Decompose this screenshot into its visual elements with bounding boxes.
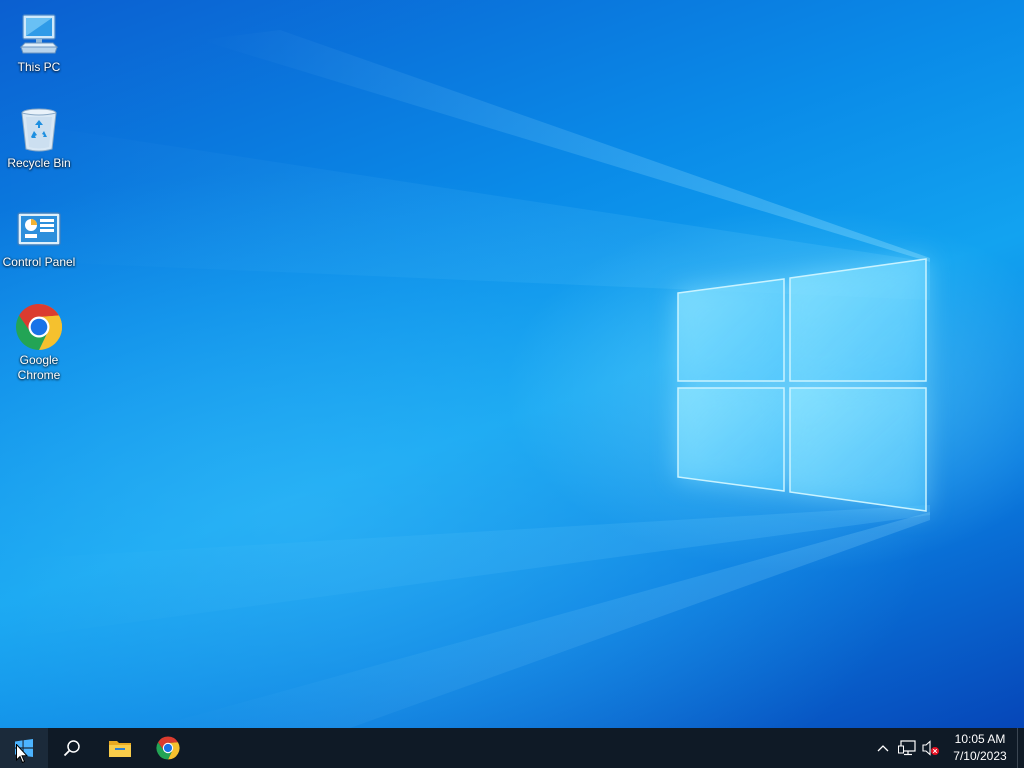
desktop-icon-google-chrome[interactable]: Google Chrome: [0, 303, 78, 383]
mouse-cursor-icon: [16, 744, 28, 764]
windows-logo-wallpaper: [677, 258, 927, 512]
chevron-up-icon: [877, 745, 889, 752]
search-icon: [63, 740, 80, 757]
folder-icon: [109, 741, 131, 757]
clock-date: 7/10/2023: [953, 749, 1007, 763]
taskbar: 10:05 AM 7/10/2023: [0, 728, 1024, 768]
file-explorer-button[interactable]: [96, 728, 144, 768]
desktop-icon-label: Control Panel: [2, 255, 76, 269]
computer-icon: [15, 10, 63, 58]
show-desktop-button[interactable]: [1017, 728, 1024, 768]
chrome-taskbar-button[interactable]: [144, 728, 192, 768]
volume-muted-icon: [922, 740, 939, 756]
desktop-icon-this-pc[interactable]: This PC: [0, 10, 78, 75]
desktop-icon-label: This PC: [17, 60, 61, 74]
network-icon: [898, 740, 916, 756]
recycle-bin-icon: [15, 106, 63, 154]
network-button[interactable]: [895, 728, 919, 768]
control-panel-icon: [15, 205, 63, 253]
chrome-icon: [156, 736, 180, 760]
chrome-icon: [15, 303, 63, 351]
desktop-icon-label: Recycle Bin: [7, 156, 71, 170]
clock-time: 10:05 AM: [954, 732, 1006, 746]
desktop-background[interactable]: This PC Recycle Bin Control Panel Google…: [0, 0, 1024, 728]
show-hidden-icons-button[interactable]: [871, 728, 895, 768]
volume-button[interactable]: [919, 728, 943, 768]
system-tray: 10:05 AM 7/10/2023: [871, 728, 1024, 768]
desktop-icon-recycle-bin[interactable]: Recycle Bin: [0, 106, 78, 171]
clock[interactable]: 10:05 AM 7/10/2023: [947, 728, 1013, 768]
desktop-icon-control-panel[interactable]: Control Panel: [0, 205, 78, 270]
search-button[interactable]: [48, 728, 96, 768]
desktop-icon-label: Google Chrome: [17, 353, 61, 382]
